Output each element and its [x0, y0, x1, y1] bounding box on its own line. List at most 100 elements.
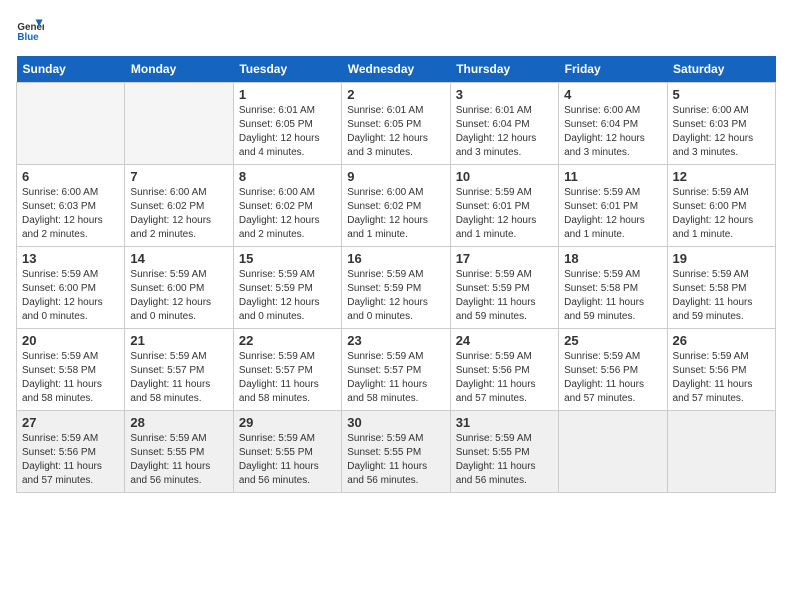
- calendar-cell: 21 Sunrise: 5:59 AM Sunset: 5:57 PM Dayli…: [125, 329, 233, 411]
- calendar-table: SundayMondayTuesdayWednesdayThursdayFrid…: [16, 56, 776, 493]
- day-info: Sunrise: 5:59 AM Sunset: 5:59 PM Dayligh…: [239, 268, 336, 324]
- calendar-cell: 13 Sunrise: 5:59 AM Sunset: 6:00 PM Dayli…: [17, 247, 125, 329]
- day-info: Sunrise: 5:59 AM Sunset: 5:55 PM Dayligh…: [130, 432, 227, 488]
- svg-text:Blue: Blue: [17, 32, 39, 43]
- calendar-cell: 5 Sunrise: 6:00 AM Sunset: 6:03 PM Daylig…: [667, 83, 775, 165]
- day-info: Sunrise: 5:59 AM Sunset: 5:58 PM Dayligh…: [564, 268, 661, 324]
- calendar-week-2: 6 Sunrise: 6:00 AM Sunset: 6:03 PM Daylig…: [17, 165, 776, 247]
- calendar-week-4: 20 Sunrise: 5:59 AM Sunset: 5:58 PM Dayli…: [17, 329, 776, 411]
- day-number: 23: [347, 333, 444, 348]
- day-number: 18: [564, 251, 661, 266]
- day-number: 28: [130, 415, 227, 430]
- day-info: Sunrise: 5:59 AM Sunset: 5:57 PM Dayligh…: [239, 350, 336, 406]
- day-info: Sunrise: 5:59 AM Sunset: 5:56 PM Dayligh…: [456, 350, 553, 406]
- day-number: 9: [347, 169, 444, 184]
- day-number: 17: [456, 251, 553, 266]
- day-number: 29: [239, 415, 336, 430]
- calendar-cell: [559, 411, 667, 493]
- weekday-row: SundayMondayTuesdayWednesdayThursdayFrid…: [17, 56, 776, 83]
- day-info: Sunrise: 6:00 AM Sunset: 6:03 PM Dayligh…: [673, 104, 770, 160]
- day-number: 24: [456, 333, 553, 348]
- calendar-cell: 6 Sunrise: 6:00 AM Sunset: 6:03 PM Daylig…: [17, 165, 125, 247]
- page-header: General Blue: [16, 16, 776, 44]
- calendar-cell: 20 Sunrise: 5:59 AM Sunset: 5:58 PM Dayli…: [17, 329, 125, 411]
- calendar-cell: 26Sunrise: 5:59 AM Sunset: 5:56 PM Dayli…: [667, 329, 775, 411]
- day-number: 12: [673, 169, 770, 184]
- day-number: 13: [22, 251, 119, 266]
- calendar-cell: 15 Sunrise: 5:59 AM Sunset: 5:59 PM Dayli…: [233, 247, 341, 329]
- day-number: 8: [239, 169, 336, 184]
- day-info: Sunrise: 6:01 AM Sunset: 6:04 PM Dayligh…: [456, 104, 553, 160]
- day-info: Sunrise: 5:59 AM Sunset: 5:58 PM Dayligh…: [673, 268, 770, 324]
- day-number: 27: [22, 415, 119, 430]
- calendar-cell: 27 Sunrise: 5:59 AM Sunset: 5:56 PM Dayli…: [17, 411, 125, 493]
- calendar-cell: [667, 411, 775, 493]
- calendar-body: 1Sunrise: 6:01 AM Sunset: 6:05 PM Daylig…: [17, 83, 776, 493]
- day-number: 4: [564, 87, 661, 102]
- day-number: 31: [456, 415, 553, 430]
- calendar-cell: 18 Sunrise: 5:59 AM Sunset: 5:58 PM Dayli…: [559, 247, 667, 329]
- calendar-cell: 24 Sunrise: 5:59 AM Sunset: 5:56 PM Dayli…: [450, 329, 558, 411]
- calendar-cell: 11Sunrise: 5:59 AM Sunset: 6:01 PM Dayli…: [559, 165, 667, 247]
- day-info: Sunrise: 5:59 AM Sunset: 6:00 PM Dayligh…: [130, 268, 227, 324]
- calendar-week-1: 1Sunrise: 6:01 AM Sunset: 6:05 PM Daylig…: [17, 83, 776, 165]
- calendar-cell: 28 Sunrise: 5:59 AM Sunset: 5:55 PM Dayli…: [125, 411, 233, 493]
- day-info: Sunrise: 6:00 AM Sunset: 6:02 PM Dayligh…: [347, 186, 444, 242]
- day-number: 21: [130, 333, 227, 348]
- calendar-cell: 12 Sunrise: 5:59 AM Sunset: 6:00 PM Dayli…: [667, 165, 775, 247]
- day-number: 15: [239, 251, 336, 266]
- weekday-header-tuesday: Tuesday: [233, 56, 341, 83]
- day-number: 14: [130, 251, 227, 266]
- calendar-week-5: 27 Sunrise: 5:59 AM Sunset: 5:56 PM Dayli…: [17, 411, 776, 493]
- day-info: Sunrise: 5:59 AM Sunset: 5:55 PM Dayligh…: [347, 432, 444, 488]
- calendar-week-3: 13 Sunrise: 5:59 AM Sunset: 6:00 PM Dayli…: [17, 247, 776, 329]
- weekday-header-sunday: Sunday: [17, 56, 125, 83]
- calendar-cell: 16Sunrise: 5:59 AM Sunset: 5:59 PM Dayli…: [342, 247, 450, 329]
- calendar-cell: 4 Sunrise: 6:00 AM Sunset: 6:04 PM Daylig…: [559, 83, 667, 165]
- calendar-cell: [125, 83, 233, 165]
- day-number: 26: [673, 333, 770, 348]
- day-number: 7: [130, 169, 227, 184]
- weekday-header-thursday: Thursday: [450, 56, 558, 83]
- day-info: Sunrise: 6:00 AM Sunset: 6:04 PM Dayligh…: [564, 104, 661, 160]
- day-info: Sunrise: 5:59 AM Sunset: 5:57 PM Dayligh…: [130, 350, 227, 406]
- day-info: Sunrise: 5:59 AM Sunset: 5:59 PM Dayligh…: [456, 268, 553, 324]
- calendar-cell: 30 Sunrise: 5:59 AM Sunset: 5:55 PM Dayli…: [342, 411, 450, 493]
- day-number: 30: [347, 415, 444, 430]
- day-info: Sunrise: 5:59 AM Sunset: 5:59 PM Dayligh…: [347, 268, 444, 324]
- day-info: Sunrise: 5:59 AM Sunset: 6:00 PM Dayligh…: [22, 268, 119, 324]
- calendar-cell: 14 Sunrise: 5:59 AM Sunset: 6:00 PM Dayli…: [125, 247, 233, 329]
- calendar-cell: 1Sunrise: 6:01 AM Sunset: 6:05 PM Daylig…: [233, 83, 341, 165]
- day-number: 19: [673, 251, 770, 266]
- day-number: 6: [22, 169, 119, 184]
- day-number: 5: [673, 87, 770, 102]
- calendar-cell: 8Sunrise: 6:00 AM Sunset: 6:02 PM Daylig…: [233, 165, 341, 247]
- day-number: 1: [239, 87, 336, 102]
- day-number: 20: [22, 333, 119, 348]
- day-number: 10: [456, 169, 553, 184]
- day-info: Sunrise: 5:59 AM Sunset: 5:57 PM Dayligh…: [347, 350, 444, 406]
- logo: General Blue: [16, 16, 44, 44]
- day-number: 25: [564, 333, 661, 348]
- logo-icon: General Blue: [16, 16, 44, 44]
- weekday-header-wednesday: Wednesday: [342, 56, 450, 83]
- day-info: Sunrise: 5:59 AM Sunset: 5:56 PM Dayligh…: [22, 432, 119, 488]
- weekday-header-saturday: Saturday: [667, 56, 775, 83]
- day-info: Sunrise: 5:59 AM Sunset: 5:58 PM Dayligh…: [22, 350, 119, 406]
- day-info: Sunrise: 6:00 AM Sunset: 6:02 PM Dayligh…: [130, 186, 227, 242]
- calendar-cell: 31Sunrise: 5:59 AM Sunset: 5:55 PM Dayli…: [450, 411, 558, 493]
- calendar-cell: [17, 83, 125, 165]
- weekday-header-monday: Monday: [125, 56, 233, 83]
- calendar-cell: 10Sunrise: 5:59 AM Sunset: 6:01 PM Dayli…: [450, 165, 558, 247]
- calendar-cell: 25 Sunrise: 5:59 AM Sunset: 5:56 PM Dayli…: [559, 329, 667, 411]
- day-info: Sunrise: 5:59 AM Sunset: 6:00 PM Dayligh…: [673, 186, 770, 242]
- day-info: Sunrise: 5:59 AM Sunset: 5:55 PM Dayligh…: [239, 432, 336, 488]
- calendar-cell: 19 Sunrise: 5:59 AM Sunset: 5:58 PM Dayli…: [667, 247, 775, 329]
- day-number: 11: [564, 169, 661, 184]
- calendar-cell: 17 Sunrise: 5:59 AM Sunset: 5:59 PM Dayli…: [450, 247, 558, 329]
- day-info: Sunrise: 6:00 AM Sunset: 6:03 PM Dayligh…: [22, 186, 119, 242]
- calendar-cell: 22Sunrise: 5:59 AM Sunset: 5:57 PM Dayli…: [233, 329, 341, 411]
- day-number: 2: [347, 87, 444, 102]
- day-info: Sunrise: 5:59 AM Sunset: 5:56 PM Dayligh…: [564, 350, 661, 406]
- calendar-cell: 7 Sunrise: 6:00 AM Sunset: 6:02 PM Daylig…: [125, 165, 233, 247]
